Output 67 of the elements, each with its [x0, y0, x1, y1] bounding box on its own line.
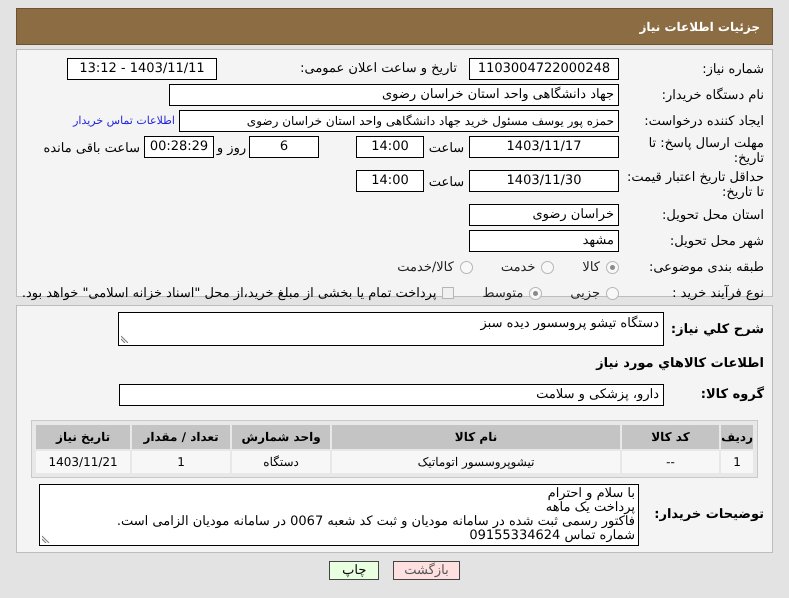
table-cell: 1: [132, 450, 230, 472]
radio-label: کالا: [582, 259, 600, 277]
text-field[interactable]: خراسان رضوی: [469, 204, 619, 226]
radio-label: جزیی: [570, 284, 600, 302]
radio-button[interactable]: [460, 261, 473, 274]
resize-grip-icon[interactable]: [121, 335, 129, 343]
description-field[interactable]: دستگاه تیشو پروسسور دیده سبز: [118, 312, 664, 346]
table-cell: تیشوپروسسور اتوماتیک: [332, 450, 620, 472]
text-field[interactable]: 00:28:29: [144, 136, 214, 158]
field-label: تاریخ و ساعت اعلان عمومی:: [299, 60, 457, 78]
radio-button[interactable]: [606, 261, 619, 274]
text-field[interactable]: دارو، پزشکی و سلامت: [119, 384, 664, 406]
table-cell: 1: [721, 450, 753, 472]
back-button[interactable]: بازگشت: [393, 560, 460, 580]
field-label: ساعت: [428, 140, 466, 158]
field-label: نام دستگاه خریدار:: [660, 88, 764, 102]
field-label: ساعت: [428, 174, 466, 192]
note-line: فاکتور رسمی ثبت شده در سامانه مودیان و ثبت کد شعبه 0067 در سامانه مودیان الزامی است.: [116, 514, 635, 528]
text-field[interactable]: حمزه پور یوسف مسئول خرید جهاد دانشگاهی واحد استان خراسان رضوی: [179, 110, 619, 132]
contact-link[interactable]: اطلاعات تماس خریدار: [73, 112, 175, 130]
text-field[interactable]: 1403/11/17: [469, 136, 619, 158]
section-heading: اطلاعات كالاهاي مورد نياز: [594, 355, 764, 373]
radio-label: متوسط: [482, 284, 524, 302]
table-cell: 1403/11/21: [36, 450, 130, 472]
text-field[interactable]: جهاد دانشگاهی واحد استان خراسان رضوی: [169, 84, 619, 106]
text-field[interactable]: 14:00: [356, 170, 424, 192]
field-label: گروه کالا:: [700, 385, 764, 404]
field-label: شهر محل تحویل:: [668, 234, 764, 248]
column-header: واحد شمارش: [232, 424, 330, 448]
field-label: ساعت باقی مانده: [44, 140, 140, 158]
field-label: طبقه بندی موضوعی:: [648, 260, 764, 276]
text-field[interactable]: مشهد: [469, 230, 619, 252]
text-field[interactable]: 14:00: [356, 136, 424, 158]
radio-label: خدمت: [500, 259, 536, 277]
table-cell: --: [622, 450, 720, 472]
checkbox-label: پرداخت تمام یا بخشی از مبلغ خرید،از محل "اسناد خزانه اسلامی" خواهد بود.: [22, 284, 436, 302]
field-label: ایجاد کننده درخواست:: [643, 114, 764, 128]
column-header: نام کالا: [332, 424, 620, 448]
field-label: شماره نیاز:: [701, 62, 764, 76]
field-label: مهلت ارسال پاسخ: تا تاریخ:: [648, 136, 764, 166]
field-label: شرح کلي نياز:: [670, 321, 764, 339]
field-label: توضیحات خریدار:: [653, 506, 764, 524]
page-title: جزئیات اطلاعات نیاز: [639, 18, 760, 36]
field-label: نوع فرآیند خرید :: [671, 286, 764, 301]
text-field[interactable]: 1403/11/11 - 13:12: [67, 58, 217, 80]
table-cell: دستگاه: [232, 450, 330, 472]
text-field[interactable]: 1103004722000248: [469, 58, 619, 80]
field-label: استان محل تحویل:: [661, 208, 764, 222]
text-field[interactable]: 6: [249, 136, 319, 158]
note-line: شماره تماس 09155334624: [469, 528, 635, 542]
radio-label: کالا/خدمت: [397, 259, 454, 277]
field-label: روز و: [215, 140, 248, 158]
text-field[interactable]: 1403/11/30: [469, 170, 619, 192]
column-header: تعداد / مقدار: [132, 424, 230, 448]
resize-grip-icon[interactable]: [42, 534, 50, 542]
field-label: حداقل تاریخ اعتبار قیمت: تا تاریخ:: [626, 170, 764, 200]
checkbox[interactable]: [442, 287, 454, 300]
radio-button[interactable]: [529, 286, 542, 300]
column-header: تاریخ نیاز: [36, 424, 130, 448]
column-header: کد کالا: [622, 424, 720, 448]
note-line: پرداخت یک ماهه: [546, 500, 635, 514]
radio-button[interactable]: [606, 286, 619, 300]
print-button[interactable]: چاپ: [329, 560, 380, 580]
notes-field[interactable]: با سلام و احترام پرداخت یک ماهه فاکتور رسمی ثبت شده در سامانه مودیان و ثبت کد شعبه 0067 در سامانه مودیان الزامی است. شماره تماس 09155334624: [39, 484, 639, 546]
note-line: با سلام و احترام: [548, 486, 635, 500]
column-header: ردیف: [721, 424, 753, 448]
radio-button[interactable]: [541, 261, 554, 274]
